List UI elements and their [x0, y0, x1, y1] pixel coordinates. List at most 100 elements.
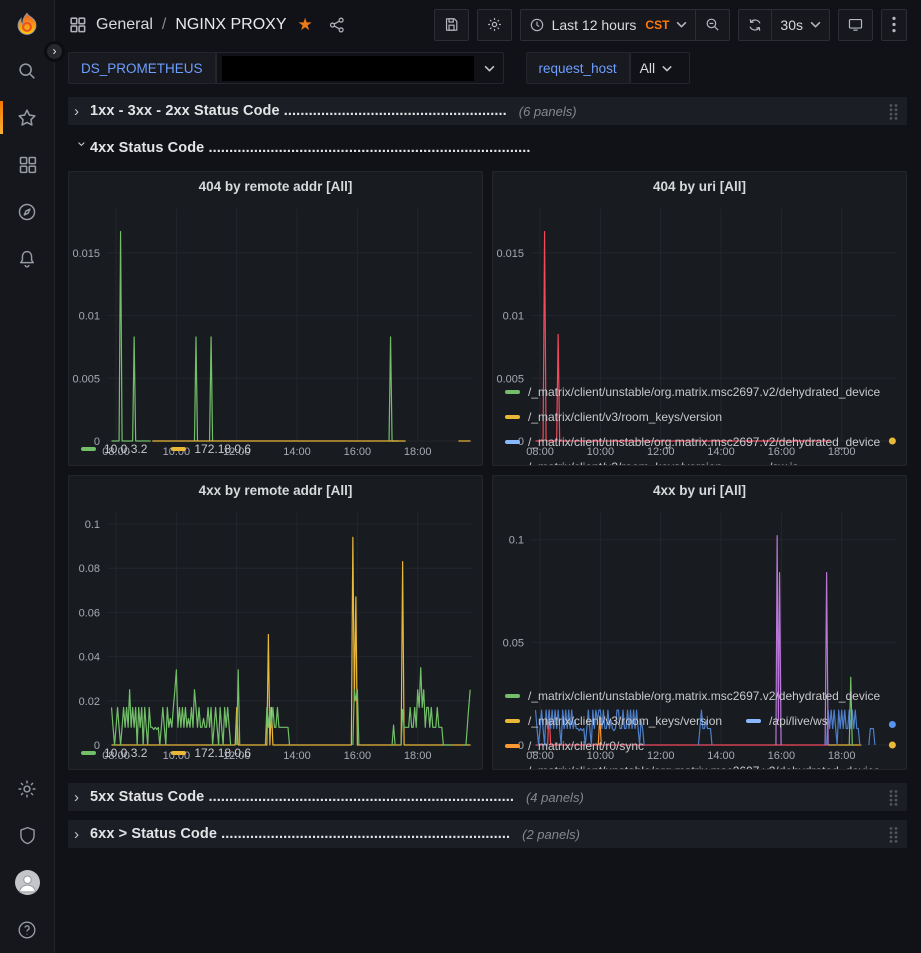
- row-title: 6xx > Status Code ......................…: [90, 826, 510, 842]
- timeseries-chart[interactable]: 00.0050.010.01508:0010:0012:0014:0016:00…: [69, 201, 482, 434]
- legend-item[interactable]: 10.0.3.2: [81, 442, 147, 456]
- legend-item[interactable]: 10.0.3.2: [81, 746, 147, 760]
- svg-text:0.005: 0.005: [72, 373, 100, 385]
- legend-item[interactable]: /_matrix/client/unstable/org.matrix.msc2…: [505, 435, 880, 449]
- save-icon: [443, 16, 460, 33]
- sidebar: ›: [0, 0, 55, 953]
- dashboard-title[interactable]: NGINX PROXY: [175, 16, 286, 34]
- legend-item[interactable]: /_matrix/client/unstable/org.matrix.msc2…: [505, 764, 880, 771]
- legend-swatch: [81, 447, 96, 451]
- row-drag-handle[interactable]: [888, 789, 899, 806]
- breadcrumb-folder[interactable]: General: [96, 16, 153, 34]
- panel-title[interactable]: 4xx by uri [All]: [493, 476, 906, 505]
- legend-label: /_matrix/client/v3/room_keys/version: [528, 460, 722, 467]
- dashboard-toolbar: General / NGINX PROXY ★: [55, 0, 921, 49]
- sidebar-item-dashboards[interactable]: [0, 141, 55, 188]
- dashboard-body: › 1xx - 3xx - 2xx Status Code ..........…: [55, 94, 921, 953]
- legend-item[interactable]: 172.18.0.6: [171, 746, 251, 760]
- timeseries-chart[interactable]: 00.050.108:0010:0012:0014:0016:0018:00: [493, 505, 906, 681]
- zoom-out-time-button[interactable]: [696, 9, 730, 41]
- row-1xx-3xx-2xx[interactable]: › 1xx - 3xx - 2xx Status Code ..........…: [68, 97, 907, 125]
- legend-label: /_matrix/client/v3/room_keys/version: [528, 410, 722, 424]
- panel-title[interactable]: 4xx by remote addr [All]: [69, 476, 482, 505]
- svg-text:0.08: 0.08: [79, 563, 100, 575]
- grafana-logo[interactable]: [0, 0, 55, 47]
- legend-label: /_matrix/client/unstable/org.matrix.msc2…: [528, 764, 880, 771]
- svg-text:0.06: 0.06: [79, 607, 100, 619]
- legend-label: /_matrix/client/unstable/org.matrix.msc2…: [528, 689, 880, 703]
- legend-item[interactable]: /_matrix/client/unstable/org.matrix.msc2…: [505, 385, 880, 399]
- svg-text:0.05: 0.05: [503, 637, 524, 649]
- row-drag-handle[interactable]: [888, 103, 899, 120]
- sidebar-item-help[interactable]: [0, 906, 55, 953]
- chevron-down-icon: [662, 65, 672, 72]
- legend-swatch: [505, 694, 520, 698]
- time-range-picker[interactable]: Last 12 hours CST: [520, 9, 697, 41]
- row-title: 5xx Status Code ........................…: [90, 789, 514, 805]
- favorite-star-icon[interactable]: ★: [298, 15, 313, 35]
- timeseries-chart[interactable]: 00.0050.010.01508:0010:0012:0014:0016:00…: [493, 201, 906, 377]
- refresh-button[interactable]: [738, 9, 772, 41]
- legend-row: 10.0.3.2 172.18.0.6: [81, 436, 472, 461]
- panel-404-by-uri: 404 by uri [All] 00.0050.010.01508:0010:…: [492, 171, 907, 466]
- save-dashboard-button[interactable]: [434, 9, 469, 41]
- row-panel-count: (6 panels): [519, 104, 577, 119]
- share-icon[interactable]: [328, 16, 346, 34]
- sidebar-item-explore[interactable]: [0, 188, 55, 235]
- sidebar-expand-button[interactable]: ›: [44, 41, 65, 62]
- panel-legend: /_matrix/client/unstable/org.matrix.msc2…: [493, 377, 906, 466]
- legend-item[interactable]: /_matrix/client/r0/sync: [505, 739, 644, 753]
- variable-ds-dropdown[interactable]: [216, 52, 504, 84]
- svg-text:0.04: 0.04: [79, 652, 100, 664]
- shield-icon: [17, 825, 38, 846]
- redacted-value: [222, 56, 474, 81]
- person-icon: [15, 870, 40, 895]
- legend-item[interactable]: /_matrix/client/v3/room_keys/version: [505, 410, 722, 424]
- chevron-right-icon: ›: [74, 103, 90, 120]
- refresh-interval-label: 30s: [780, 17, 803, 33]
- legend-item[interactable]: /_matrix/client/v3/room_keys/version: [505, 460, 722, 467]
- panel-4xx-by-remote-addr: 4xx by remote addr [All] 00.020.040.060.…: [68, 475, 483, 770]
- dashboards-grid-icon: [17, 154, 38, 175]
- variable-label-request-host: request_host: [526, 52, 630, 84]
- panel-title[interactable]: 404 by uri [All]: [493, 172, 906, 201]
- variable-ds-prometheus: DS_PROMETHEUS: [68, 52, 504, 84]
- timeseries-chart[interactable]: 00.020.040.060.080.108:0010:0012:0014:00…: [69, 505, 482, 738]
- legend-swatch: [505, 719, 520, 723]
- legend-swatch: [81, 751, 96, 755]
- svg-text:0.1: 0.1: [85, 519, 100, 531]
- row-6xx[interactable]: › 6xx > Status Code ....................…: [68, 820, 907, 848]
- legend-item[interactable]: 172.18.0.6: [171, 442, 251, 456]
- legend-swatch: [505, 415, 520, 419]
- legend-swatch: [746, 465, 761, 467]
- grafana-logo-icon: [12, 11, 42, 41]
- sidebar-item-server-admin[interactable]: [0, 812, 55, 859]
- chevron-right-icon: ›: [74, 789, 90, 806]
- refresh-interval-picker[interactable]: 30s: [772, 9, 830, 41]
- dashboard-settings-button[interactable]: [477, 9, 512, 41]
- legend-item[interactable]: /api/live/ws: [746, 714, 828, 728]
- row-5xx[interactable]: › 5xx Status Code ......................…: [68, 783, 907, 811]
- legend-item[interactable]: /_matrix/client/unstable/org.matrix.msc2…: [505, 689, 880, 703]
- svg-text:0.1: 0.1: [509, 535, 524, 547]
- variable-request-host: request_host All: [526, 52, 690, 84]
- legend-label: 172.18.0.6: [194, 746, 251, 760]
- variable-request-host-dropdown[interactable]: All: [630, 52, 690, 84]
- row-drag-handle[interactable]: [888, 826, 899, 843]
- clock-icon: [529, 17, 545, 33]
- main-area: General / NGINX PROXY ★: [55, 0, 921, 953]
- row-4xx[interactable]: › 4xx Status Code ......................…: [68, 134, 907, 162]
- kiosk-tv-button[interactable]: [838, 9, 873, 41]
- time-range-label: Last 12 hours: [552, 17, 637, 33]
- sidebar-item-starred[interactable]: [0, 94, 55, 141]
- legend-item[interactable]: /_matrix/client/v3/room_keys/version: [505, 714, 722, 728]
- more-options-button[interactable]: [881, 9, 907, 41]
- sidebar-item-profile[interactable]: [0, 859, 55, 906]
- row-panel-count: (2 panels): [522, 827, 580, 842]
- kebab-menu-icon: [892, 16, 896, 33]
- panel-title[interactable]: 404 by remote addr [All]: [69, 172, 482, 201]
- legend-item[interactable]: /sw.js: [746, 460, 798, 467]
- sidebar-item-alerting[interactable]: [0, 235, 55, 282]
- sidebar-item-configuration[interactable]: [0, 765, 55, 812]
- legend-row: /_matrix/client/r0/sync: [505, 733, 896, 758]
